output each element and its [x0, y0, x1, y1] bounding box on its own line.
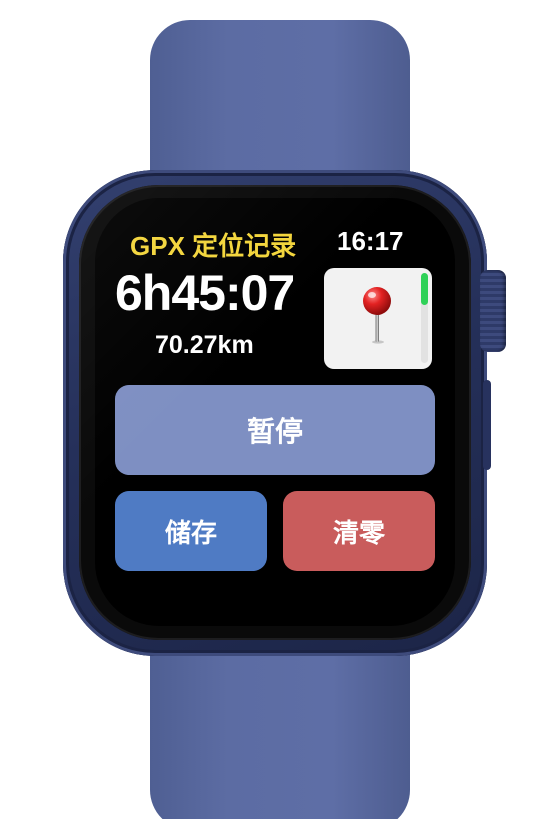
map-pin-icon [363, 287, 391, 344]
map-preview[interactable] [324, 268, 432, 369]
map-scroll-indicator [421, 273, 428, 305]
elapsed-time: 6h45:07 [115, 265, 295, 321]
watch-screen: GPX 定位记录 16:17 6h45:07 70.27km 暂停 储存 清零 [95, 198, 455, 626]
reset-button[interactable]: 清零 [283, 491, 435, 571]
pause-button[interactable]: 暂停 [115, 385, 435, 475]
distance-value: 70.27km [155, 331, 254, 359]
clock-time: 16:17 [337, 226, 404, 256]
digital-crown[interactable] [480, 270, 506, 352]
app-title: GPX 定位记录 [130, 231, 297, 261]
save-button[interactable]: 储存 [115, 491, 267, 571]
apple-watch-mockup: GPX 定位记录 16:17 6h45:07 70.27km 暂停 储存 清零 [0, 0, 551, 819]
side-button[interactable] [483, 380, 491, 470]
